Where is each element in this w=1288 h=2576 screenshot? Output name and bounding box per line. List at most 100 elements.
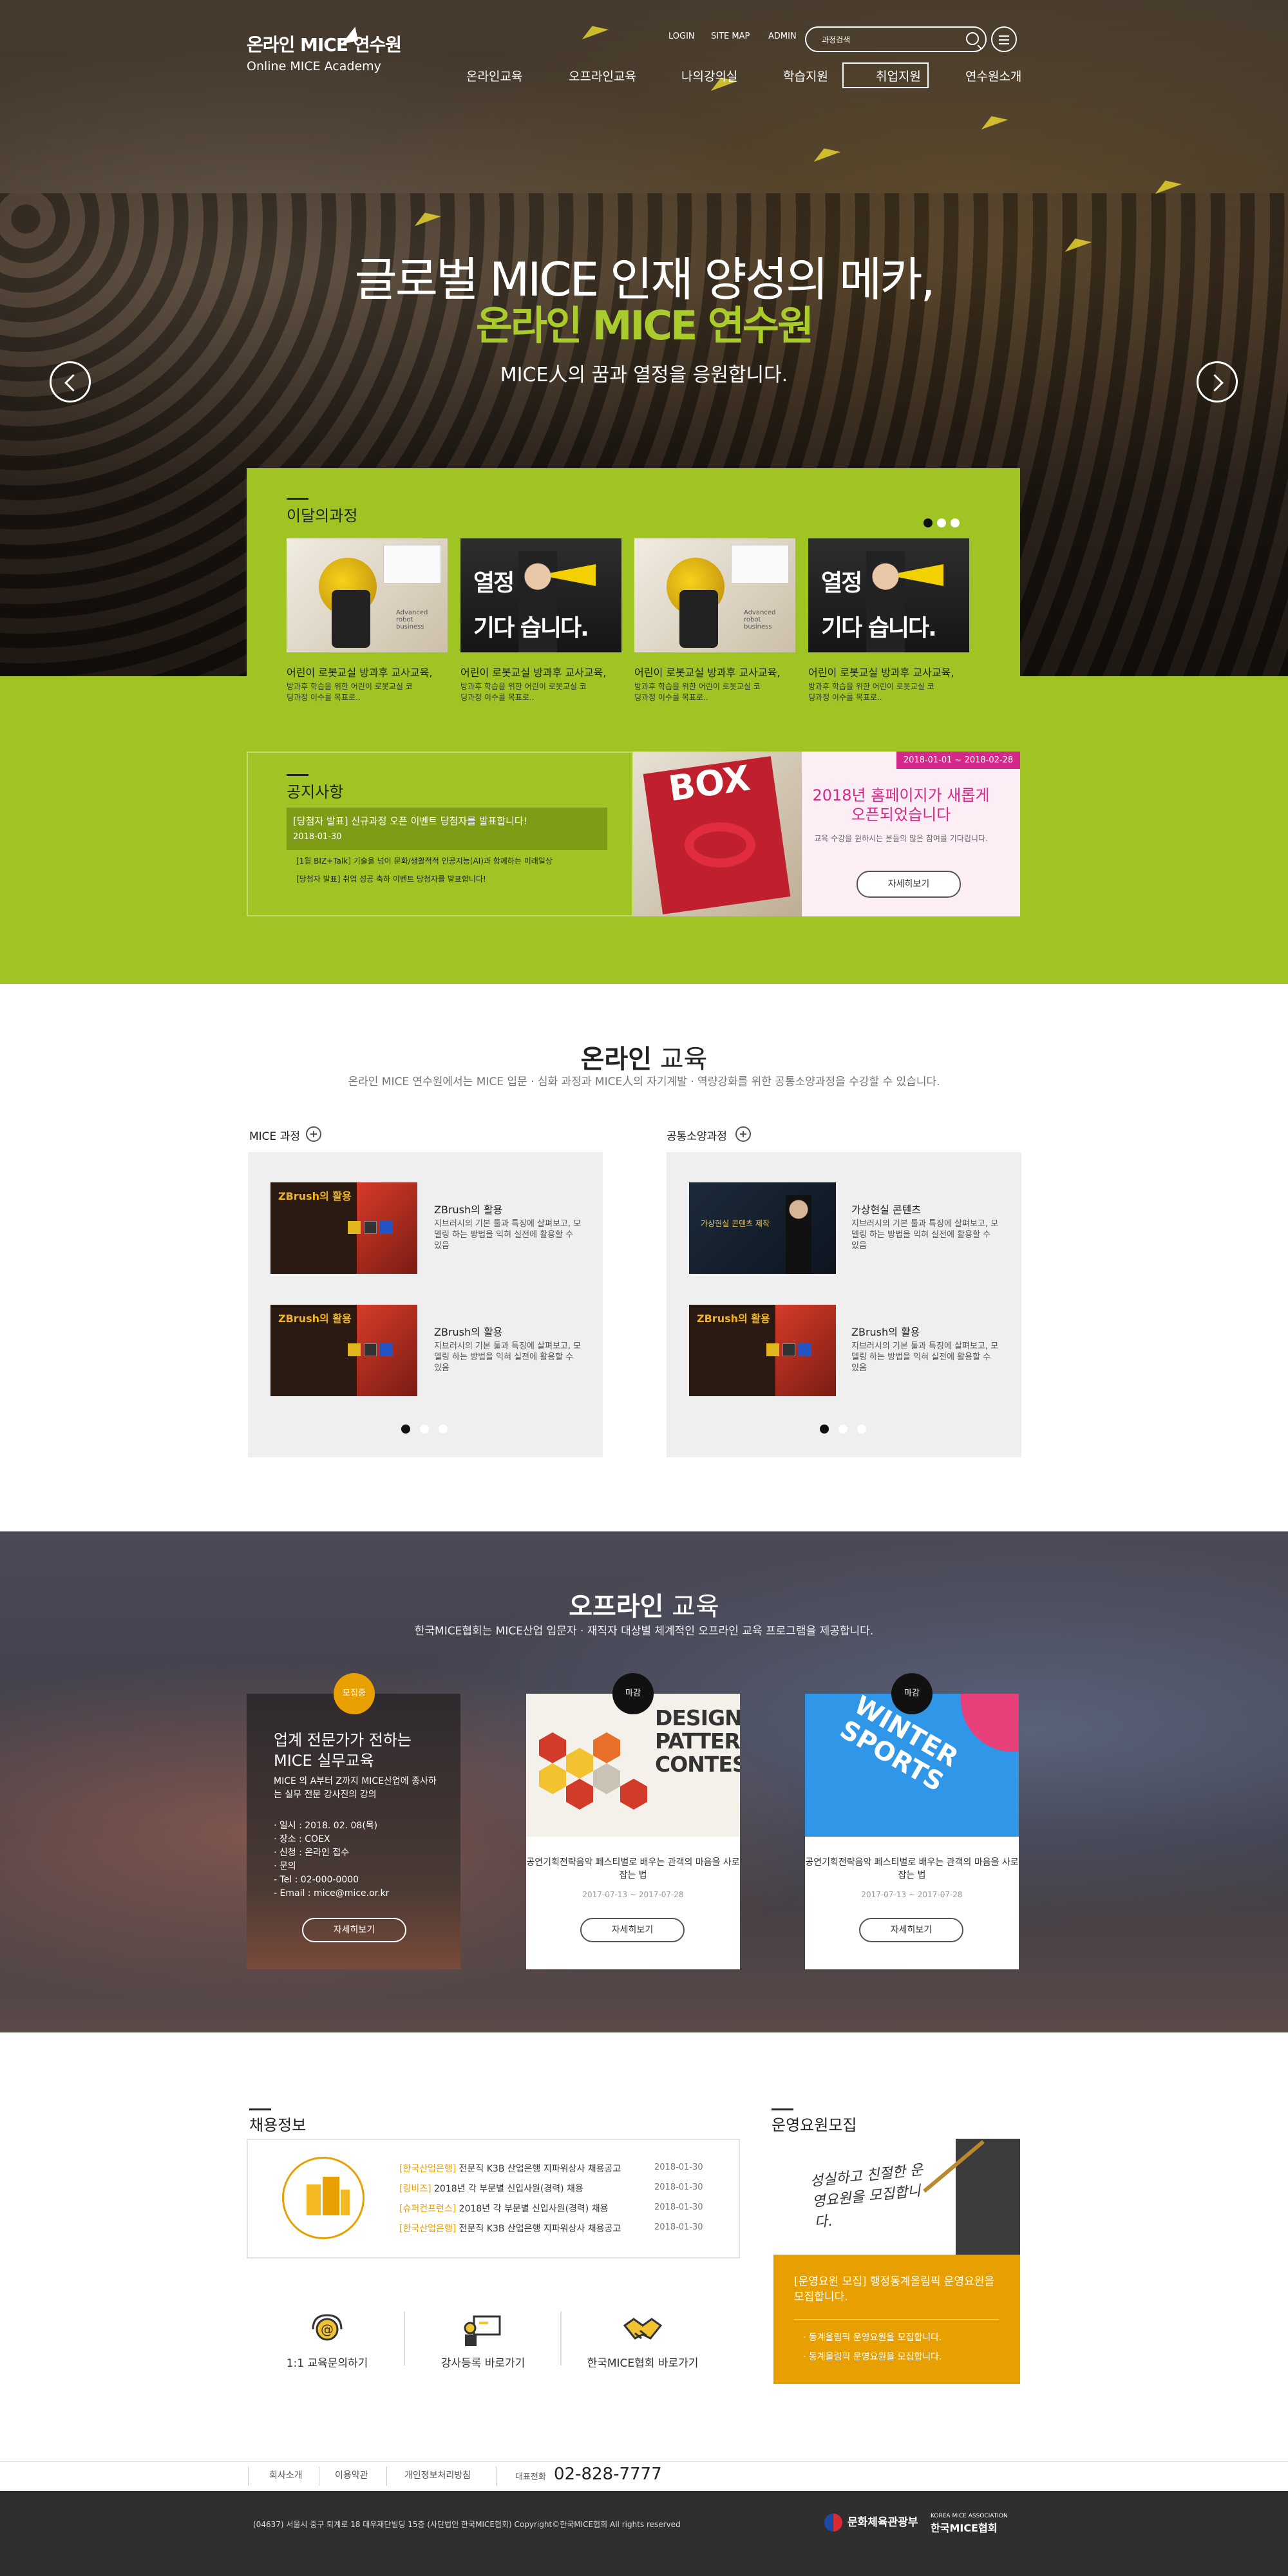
- instructor-registration-link[interactable]: 강사등록 바로가기: [412, 2354, 554, 2370]
- phone-number: 02-828-7777: [554, 2465, 662, 2484]
- offline-education-desc: 한국MICE협회는 MICE산업 입문자 · 재직자 대상별 체계적인 오프라인…: [414, 1625, 874, 1638]
- event-title: 2018년 홈페이지가 새롭게 오픈되었습니다: [812, 786, 990, 824]
- course-item-title[interactable]: 가상현실 콘텐츠: [851, 1201, 921, 1217]
- offline-detail-button[interactable]: 자세히보기: [302, 1918, 406, 1942]
- carousel-dot[interactable]: [439, 1425, 448, 1434]
- online-education-desc: 온라인 MICE 연수원에서는 MICE 입문 · 심화 과정과 MICE人의 …: [348, 1075, 940, 1088]
- course-card-image[interactable]: 열정 기다 습니다.: [808, 538, 969, 652]
- carousel-dot[interactable]: [937, 518, 946, 527]
- kmice-logo[interactable]: KOREA MICE ASSOCIATION 한국MICE협회: [931, 2513, 1008, 2535]
- hero-description: MICE人의 꿈과 열정을 응원합니다.: [500, 364, 788, 386]
- offline-card-desc: 공연기획전략음악 페스티벌로 배우는 관객의 마음을 사로잡는 법: [805, 1857, 1019, 1880]
- course-card-title[interactable]: 어린이 로봇교실 방과후 교사교육,: [808, 664, 969, 679]
- phone-label: 대표전화: [515, 2472, 546, 2482]
- offline-course-card[interactable]: DESIGN PATTERN CONTEST 공연기획전략음악 페스티벌로 배우…: [526, 1694, 740, 1969]
- status-badge-closed: 마감: [891, 1673, 933, 1714]
- instructor-board-icon[interactable]: [462, 2314, 504, 2347]
- course-card-image[interactable]: Advanced robot business: [634, 538, 795, 652]
- common-course-more-plus-icon[interactable]: [735, 1126, 751, 1142]
- notice-list-item[interactable]: [당첨자 발표] 취업 성공 축하 이벤트 당첨자를 발표합니다!: [296, 873, 486, 884]
- footer-privacy-link[interactable]: 개인정보처리방침: [404, 2468, 471, 2481]
- job-date: 2018-01-30: [654, 2163, 703, 2172]
- carousel-dot[interactable]: [420, 1425, 429, 1434]
- handshake-icon[interactable]: [622, 2314, 663, 2347]
- course-thumbnail[interactable]: ZBrush의 활용: [689, 1305, 836, 1396]
- notice-title: 공지사항: [287, 774, 343, 802]
- nav-learning-support[interactable]: 학습지원: [783, 67, 828, 84]
- course-item-title[interactable]: ZBrush의 활용: [434, 1323, 502, 1339]
- course-card-title[interactable]: 어린이 로봇교실 방과후 교사교육,: [287, 664, 448, 679]
- carousel-dot-active[interactable]: [923, 518, 933, 527]
- nav-job-support[interactable]: 취업지원: [876, 67, 921, 84]
- footer: [0, 2491, 1288, 2576]
- hamburger-menu-icon[interactable]: [991, 26, 1017, 52]
- offline-card-title: 업계 전문가가 전하는 MICE 실무교육: [274, 1731, 412, 1770]
- carousel-dot[interactable]: [838, 1425, 848, 1434]
- carousel-dot[interactable]: [951, 518, 960, 527]
- course-thumbnail[interactable]: ZBrush의 활용: [270, 1305, 417, 1396]
- kmice-link[interactable]: 한국MICE협회 바로가기: [572, 2354, 714, 2370]
- svg-text:@: @: [321, 2322, 334, 2337]
- carousel-dot-active[interactable]: [820, 1425, 829, 1434]
- inquiry-link[interactable]: 1:1 교육문의하기: [256, 2354, 398, 2370]
- gift-box-image: BOX: [633, 752, 802, 916]
- admin-link[interactable]: ADMIN: [768, 32, 797, 41]
- nav-offline-education[interactable]: 오프라인교육: [569, 67, 636, 84]
- nav-my-classroom[interactable]: 나의강의실: [681, 67, 737, 84]
- recruit-panel[interactable]: [운영요원 모집] 행정동계올림픽 운영요원을 모집합니다. · 동계올림픽 운…: [773, 2255, 1020, 2384]
- login-link[interactable]: LOGIN: [668, 32, 695, 41]
- course-card-image[interactable]: Advanced robot business: [287, 538, 448, 652]
- logo-korean: 온라인 MICE 연수원: [247, 34, 402, 55]
- event-description: 교육 수강을 원하시는 분들의 많은 참여를 기다립니다.: [814, 834, 988, 843]
- notice-highlight-date: 2018-01-30: [293, 832, 342, 842]
- job-date: 2018-01-30: [654, 2222, 703, 2232]
- search-icon[interactable]: [966, 32, 979, 45]
- offline-detail-button[interactable]: 자세히보기: [580, 1918, 685, 1942]
- recruit-image[interactable]: 성실하고 친절한 운영요원을 모집합니다.: [773, 2139, 1020, 2255]
- footer-address: (04637) 서울시 중구 퇴계로 18 대우재단빌딩 15층 (사단법인 한…: [253, 2520, 681, 2529]
- job-list-item[interactable]: [한국산업은행] 전문직 K3B 산업은행 지파워상사 채용공고: [399, 2222, 621, 2235]
- course-card-title[interactable]: 어린이 로봇교실 방과후 교사교육,: [634, 664, 795, 679]
- course-card-title[interactable]: 어린이 로봇교실 방과후 교사교육,: [460, 664, 621, 679]
- recruit-list-item[interactable]: · 동계올림픽 운영요원을 모집합니다.: [803, 2331, 942, 2344]
- footer-company-link[interactable]: 회사소개: [269, 2468, 303, 2481]
- slide-next-arrow-icon[interactable]: [1197, 361, 1238, 402]
- offline-education-title: 오프라인 교육: [569, 1592, 719, 1622]
- ministry-logo[interactable]: 문화체육관광부: [824, 2513, 918, 2532]
- recruit-title: 운영요원모집: [772, 2108, 857, 2135]
- course-item-title[interactable]: ZBrush의 활용: [851, 1323, 920, 1339]
- inquiry-headset-icon[interactable]: @: [307, 2314, 348, 2347]
- sitemap-link[interactable]: SITE MAP: [711, 32, 750, 41]
- recruit-highlight: [운영요원 모집] 행정동계올림픽 운영요원을 모집합니다.: [794, 2275, 994, 2304]
- course-search-input[interactable]: 과정검색: [805, 26, 987, 52]
- recruit-list-item[interactable]: · 동계올림픽 운영요원을 모집합니다.: [803, 2350, 942, 2363]
- nav-online-education[interactable]: 온라인교육: [466, 67, 522, 84]
- job-list-item[interactable]: [한국산업은행] 전문직 K3B 산업은행 지파워상사 채용공고: [399, 2162, 621, 2175]
- job-date: 2018-01-30: [654, 2202, 703, 2212]
- carousel-dot[interactable]: [857, 1425, 866, 1434]
- online-education-title: 온라인 교육: [580, 1045, 708, 1074]
- offline-course-card[interactable]: WINTER SPORTS 공연기획전략음악 페스티벌로 배우는 관객의 마음을…: [805, 1694, 1019, 1969]
- job-date: 2018-01-30: [654, 2183, 703, 2192]
- status-badge-closed: 마감: [612, 1673, 654, 1714]
- nav-about[interactable]: 연수원소개: [965, 67, 1021, 84]
- offline-detail-button[interactable]: 자세히보기: [859, 1918, 963, 1942]
- course-card-image[interactable]: 열정 기다 습니다.: [460, 538, 621, 652]
- slide-prev-arrow-icon[interactable]: [50, 361, 91, 402]
- job-list-item[interactable]: [링비즈] 2018년 각 부문별 신입사원(경력) 채용: [399, 2182, 583, 2195]
- notice-highlight[interactable]: [당첨자 발표] 신규과정 오픈 이벤트 당첨자를 발표합니다! 2018-01…: [287, 808, 607, 850]
- footer-terms-link[interactable]: 이용약관: [335, 2468, 368, 2481]
- mice-course-more-plus-icon[interactable]: [306, 1126, 321, 1142]
- event-detail-button[interactable]: 자세히보기: [857, 871, 961, 898]
- course-item-desc: 지브러시의 기본 툴과 특징에 살펴보고, 모델링 하는 방법을 익혀 실전에 …: [851, 1219, 999, 1251]
- search-placeholder: 과정검색: [822, 35, 851, 44]
- course-thumbnail[interactable]: 가상현실 콘텐츠 제작: [689, 1182, 836, 1274]
- carousel-dot-active[interactable]: [401, 1425, 410, 1434]
- building-icon: [282, 2157, 365, 2239]
- notice-list-item[interactable]: [1월 BIZ+Talk] 기술을 넘어 문화/생활적적 인공지능(AI)과 함…: [296, 855, 553, 866]
- job-list-item[interactable]: [슈퍼컨프런스] 2018년 각 부문별 신입사원(경력) 채용: [399, 2202, 608, 2215]
- site-logo[interactable]: 온라인 MICE 연수원 Online MICE Academy: [247, 26, 402, 73]
- offline-course-card[interactable]: 업계 전문가가 전하는 MICE 실무교육 MICE 의 A부터 Z까지 MIC…: [247, 1694, 460, 1969]
- course-thumbnail[interactable]: ZBrush의 활용: [270, 1182, 417, 1274]
- course-item-title[interactable]: ZBrush의 활용: [434, 1201, 502, 1217]
